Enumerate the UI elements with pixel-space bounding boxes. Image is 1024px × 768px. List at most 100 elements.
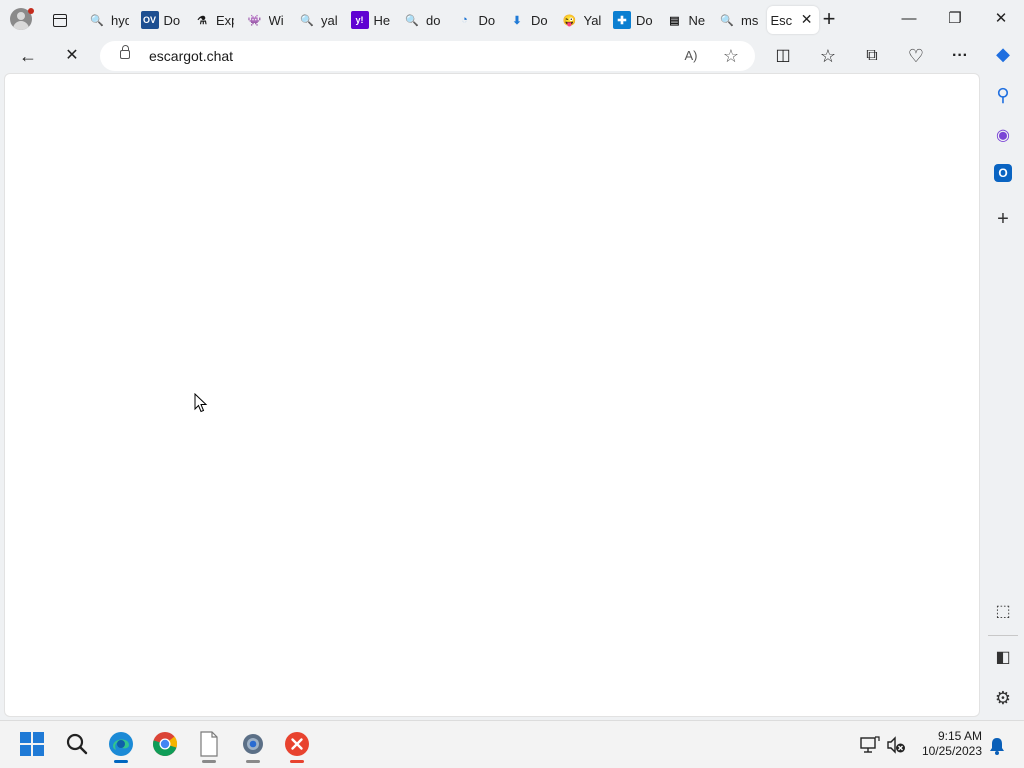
tab[interactable]: 🔍 ms bbox=[714, 6, 767, 34]
navigation-bar: ← ✕ escargot.chat A) ☆ ◫ ☆ ⧉ ♡ ··· bbox=[0, 40, 1024, 72]
search-icon: 🔍 bbox=[720, 14, 734, 27]
add-sidebar-app-icon[interactable]: + bbox=[991, 207, 1015, 231]
tab-actions-menu-icon[interactable] bbox=[48, 8, 72, 32]
tab[interactable]: ⬇ Do bbox=[504, 6, 557, 34]
tab[interactable]: y! He bbox=[347, 6, 400, 34]
address-bar[interactable]: escargot.chat A) ☆ bbox=[100, 41, 755, 71]
taskbar-chrome[interactable] bbox=[150, 729, 180, 759]
start-button[interactable] bbox=[17, 729, 47, 759]
chrome-icon bbox=[153, 732, 177, 756]
tab[interactable]: 😜 Yal bbox=[557, 6, 610, 34]
plus-badge-icon: ✚ bbox=[613, 11, 631, 29]
notification-bell-icon[interactable] bbox=[988, 736, 1006, 756]
tab[interactable]: 🔍 yal bbox=[294, 6, 347, 34]
edge-sidebar: ◆ ⚲ ◉ O + ⬚ ◧ ⚙ bbox=[982, 40, 1024, 717]
yahoo-icon: y! bbox=[350, 11, 369, 29]
emoji-icon: 😜 bbox=[562, 14, 577, 27]
collections-icon[interactable]: ⧉ bbox=[859, 43, 885, 69]
monster-icon: 👾 bbox=[247, 14, 262, 27]
running-indicator bbox=[290, 760, 304, 763]
clock-date: 10/25/2023 bbox=[921, 744, 982, 758]
blank-file-icon bbox=[200, 731, 218, 757]
more-options-icon[interactable]: ··· bbox=[947, 43, 973, 69]
tab-strip: 🔍hyd OVDo ⚗Exp 👾Wi 🔍yal y!He 🔍do ◔Do ⬇Do… bbox=[84, 6, 819, 34]
running-indicator bbox=[246, 760, 260, 763]
active-indicator bbox=[114, 760, 128, 763]
search-icon[interactable]: ⚲ bbox=[991, 83, 1015, 107]
tab[interactable]: OV Do bbox=[137, 6, 190, 34]
favorites-icon[interactable]: ☆ bbox=[815, 43, 841, 69]
search-icon: 🔍 bbox=[90, 14, 104, 27]
taskbar-app-x[interactable] bbox=[282, 729, 312, 763]
tab[interactable]: ✚ Do bbox=[609, 6, 662, 34]
copilot-icon[interactable]: ◆ bbox=[991, 42, 1015, 66]
tab-title: ms bbox=[741, 12, 759, 28]
url-text[interactable]: escargot.chat bbox=[149, 48, 233, 64]
screenshot-icon[interactable]: ⬚ bbox=[991, 600, 1015, 624]
hide-sidebar-icon[interactable]: ◧ bbox=[991, 646, 1015, 670]
download-icon: ⬇ bbox=[512, 14, 522, 27]
display-network-icon[interactable] bbox=[860, 736, 880, 754]
outlook-icon[interactable]: O bbox=[994, 164, 1012, 182]
settings-icon[interactable]: ⚙ bbox=[991, 686, 1015, 710]
page-content[interactable] bbox=[4, 73, 980, 717]
read-aloud-icon[interactable]: A) bbox=[680, 45, 702, 67]
tab-title: hyd bbox=[111, 12, 129, 28]
edge-icon bbox=[109, 732, 133, 756]
active-tab[interactable]: Esc ✕ bbox=[766, 6, 819, 34]
tab-title: Do bbox=[478, 12, 496, 28]
notification-dot bbox=[28, 8, 34, 14]
volume-muted-icon[interactable] bbox=[886, 736, 906, 754]
tab-title: Do bbox=[163, 12, 181, 28]
lock-icon[interactable] bbox=[120, 45, 130, 59]
swirl-icon: ◔ bbox=[461, 14, 468, 26]
tab-title: yal bbox=[321, 12, 338, 28]
close-window-button[interactable]: ✕ bbox=[981, 6, 1021, 32]
taskbar-search-button[interactable] bbox=[62, 729, 92, 759]
ov-icon: OV bbox=[140, 11, 159, 29]
tab[interactable]: 🔍 do bbox=[399, 6, 452, 34]
tab[interactable]: ▤ Ne bbox=[662, 6, 715, 34]
close-tab-icon[interactable]: ✕ bbox=[801, 11, 813, 28]
taskbar-file[interactable] bbox=[194, 729, 224, 763]
settings-gear-icon bbox=[243, 734, 263, 754]
tab-bar: 🔍hyd OVDo ⚗Exp 👾Wi 🔍yal y!He 🔍do ◔Do ⬇Do… bbox=[0, 0, 1024, 40]
clock-time: 9:15 AM bbox=[937, 729, 982, 743]
tab-title: Ne bbox=[688, 12, 706, 28]
search-icon: 🔍 bbox=[300, 14, 314, 27]
split-screen-icon[interactable]: ◫ bbox=[770, 43, 796, 69]
windows-taskbar: 9:15 AM 10/25/2023 bbox=[0, 720, 1024, 768]
tab[interactable]: 👾 Wi bbox=[242, 6, 295, 34]
close-app-icon bbox=[285, 732, 309, 756]
running-indicator bbox=[202, 760, 216, 763]
flask-icon: ⚗ bbox=[197, 14, 207, 27]
browser-essentials-icon[interactable]: ♡ bbox=[903, 43, 929, 69]
back-button[interactable]: ← bbox=[15, 43, 41, 69]
taskbar-edge[interactable] bbox=[106, 729, 136, 763]
tab-title: Yal bbox=[583, 12, 602, 28]
taskbar-settings[interactable] bbox=[238, 729, 268, 763]
clock[interactable]: 9:15 AM 10/25/2023 bbox=[912, 729, 982, 759]
tab-title: Esc bbox=[770, 12, 793, 28]
new-tab-button[interactable]: + bbox=[817, 8, 841, 32]
sidebar-divider bbox=[988, 635, 1018, 636]
search-icon: 🔍 bbox=[405, 14, 419, 27]
tab-title: do bbox=[426, 12, 441, 28]
restore-button[interactable]: ❐ bbox=[935, 6, 975, 32]
search-icon bbox=[66, 733, 88, 755]
tab-title: Wi bbox=[268, 12, 284, 28]
tab[interactable]: ◔ Do bbox=[452, 6, 505, 34]
windows-logo-icon bbox=[20, 732, 44, 756]
tab-title: Do bbox=[636, 12, 653, 28]
tab-title: Do bbox=[531, 12, 548, 28]
tab-title: He bbox=[373, 12, 391, 28]
tab-title: Exp bbox=[216, 12, 234, 28]
office-icon[interactable]: ◉ bbox=[991, 124, 1015, 148]
stop-loading-button[interactable]: ✕ bbox=[59, 43, 85, 69]
tab[interactable]: ⚗ Exp bbox=[189, 6, 242, 34]
tab[interactable]: 🔍 hyd bbox=[84, 6, 137, 34]
mouse-cursor-icon bbox=[194, 393, 208, 413]
favorite-star-icon[interactable]: ☆ bbox=[720, 45, 742, 67]
news-icon: ▤ bbox=[669, 14, 680, 27]
minimize-button[interactable]: — bbox=[889, 6, 929, 32]
